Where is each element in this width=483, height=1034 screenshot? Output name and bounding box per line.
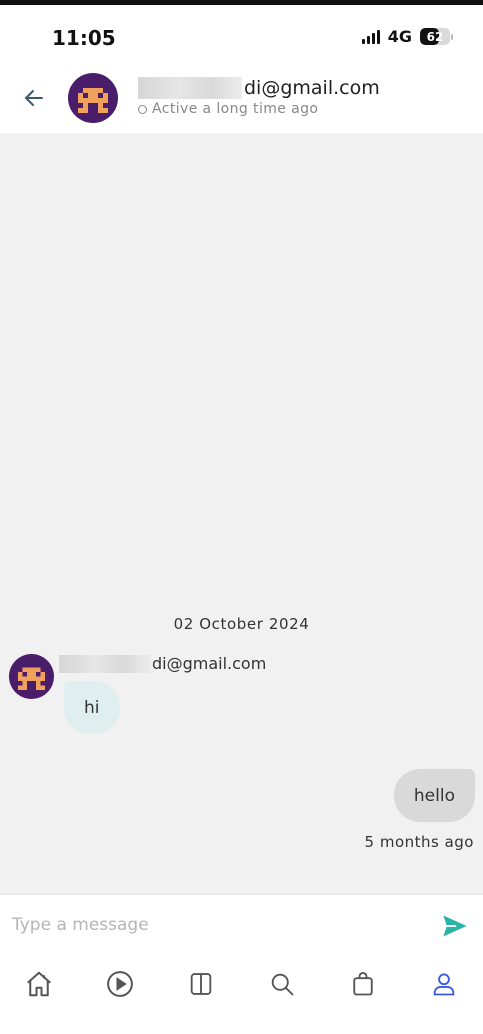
contact-status-text: Active a long time ago [152, 101, 319, 117]
message-list[interactable]: 02 October 2024 di@gmail.com hi hello 5 … [0, 133, 483, 894]
split-view-icon [190, 973, 212, 995]
outgoing-message[interactable]: hello [393, 769, 475, 822]
message-composer [0, 894, 483, 955]
nav-profile[interactable] [424, 967, 464, 1001]
contact-email: di@gmail.com [244, 77, 380, 99]
message-sender: di@gmail.com [59, 654, 266, 673]
contact-name: di@gmail.com [138, 77, 380, 99]
message-input[interactable] [10, 905, 424, 945]
status-bar: 11:05 4G 62 [0, 5, 483, 65]
search-icon [271, 973, 294, 996]
play-circle-icon [107, 971, 133, 997]
nav-search[interactable] [262, 967, 302, 1001]
home-icon [27, 971, 51, 997]
battery-percent: 62 [426, 29, 444, 44]
chat-header: di@gmail.com Active a long time ago [0, 65, 483, 133]
send-icon [443, 915, 467, 937]
nav-shop[interactable] [343, 967, 383, 1001]
shopping-bag-icon [353, 972, 373, 996]
pixel-avatar-icon [68, 73, 118, 123]
redacted-text [59, 654, 151, 673]
contact-status: Active a long time ago [138, 101, 318, 117]
status-indicators: 4G 62 [361, 27, 453, 46]
back-button[interactable] [18, 82, 50, 114]
arrow-left-icon [25, 90, 43, 106]
redacted-text [138, 77, 242, 99]
network-type: 4G [387, 27, 412, 46]
pixel-avatar-icon [9, 654, 54, 699]
nav-split[interactable] [181, 967, 221, 1001]
send-button[interactable] [438, 909, 472, 943]
nav-home[interactable] [19, 967, 59, 1001]
sender-avatar[interactable] [9, 654, 54, 699]
bottom-nav [0, 954, 483, 1034]
status-time: 11:05 [52, 26, 116, 50]
incoming-message[interactable]: hi [64, 681, 120, 734]
profile-icon [433, 973, 455, 996]
message-timestamp: 5 months ago [364, 833, 474, 851]
signal-icon [361, 29, 380, 44]
contact-avatar[interactable] [68, 73, 118, 123]
status-circle-icon [138, 104, 147, 114]
nav-videos[interactable] [100, 967, 140, 1001]
date-separator: 02 October 2024 [173, 615, 310, 633]
sender-email: di@gmail.com [152, 654, 267, 673]
battery-icon: 62 [420, 28, 453, 45]
